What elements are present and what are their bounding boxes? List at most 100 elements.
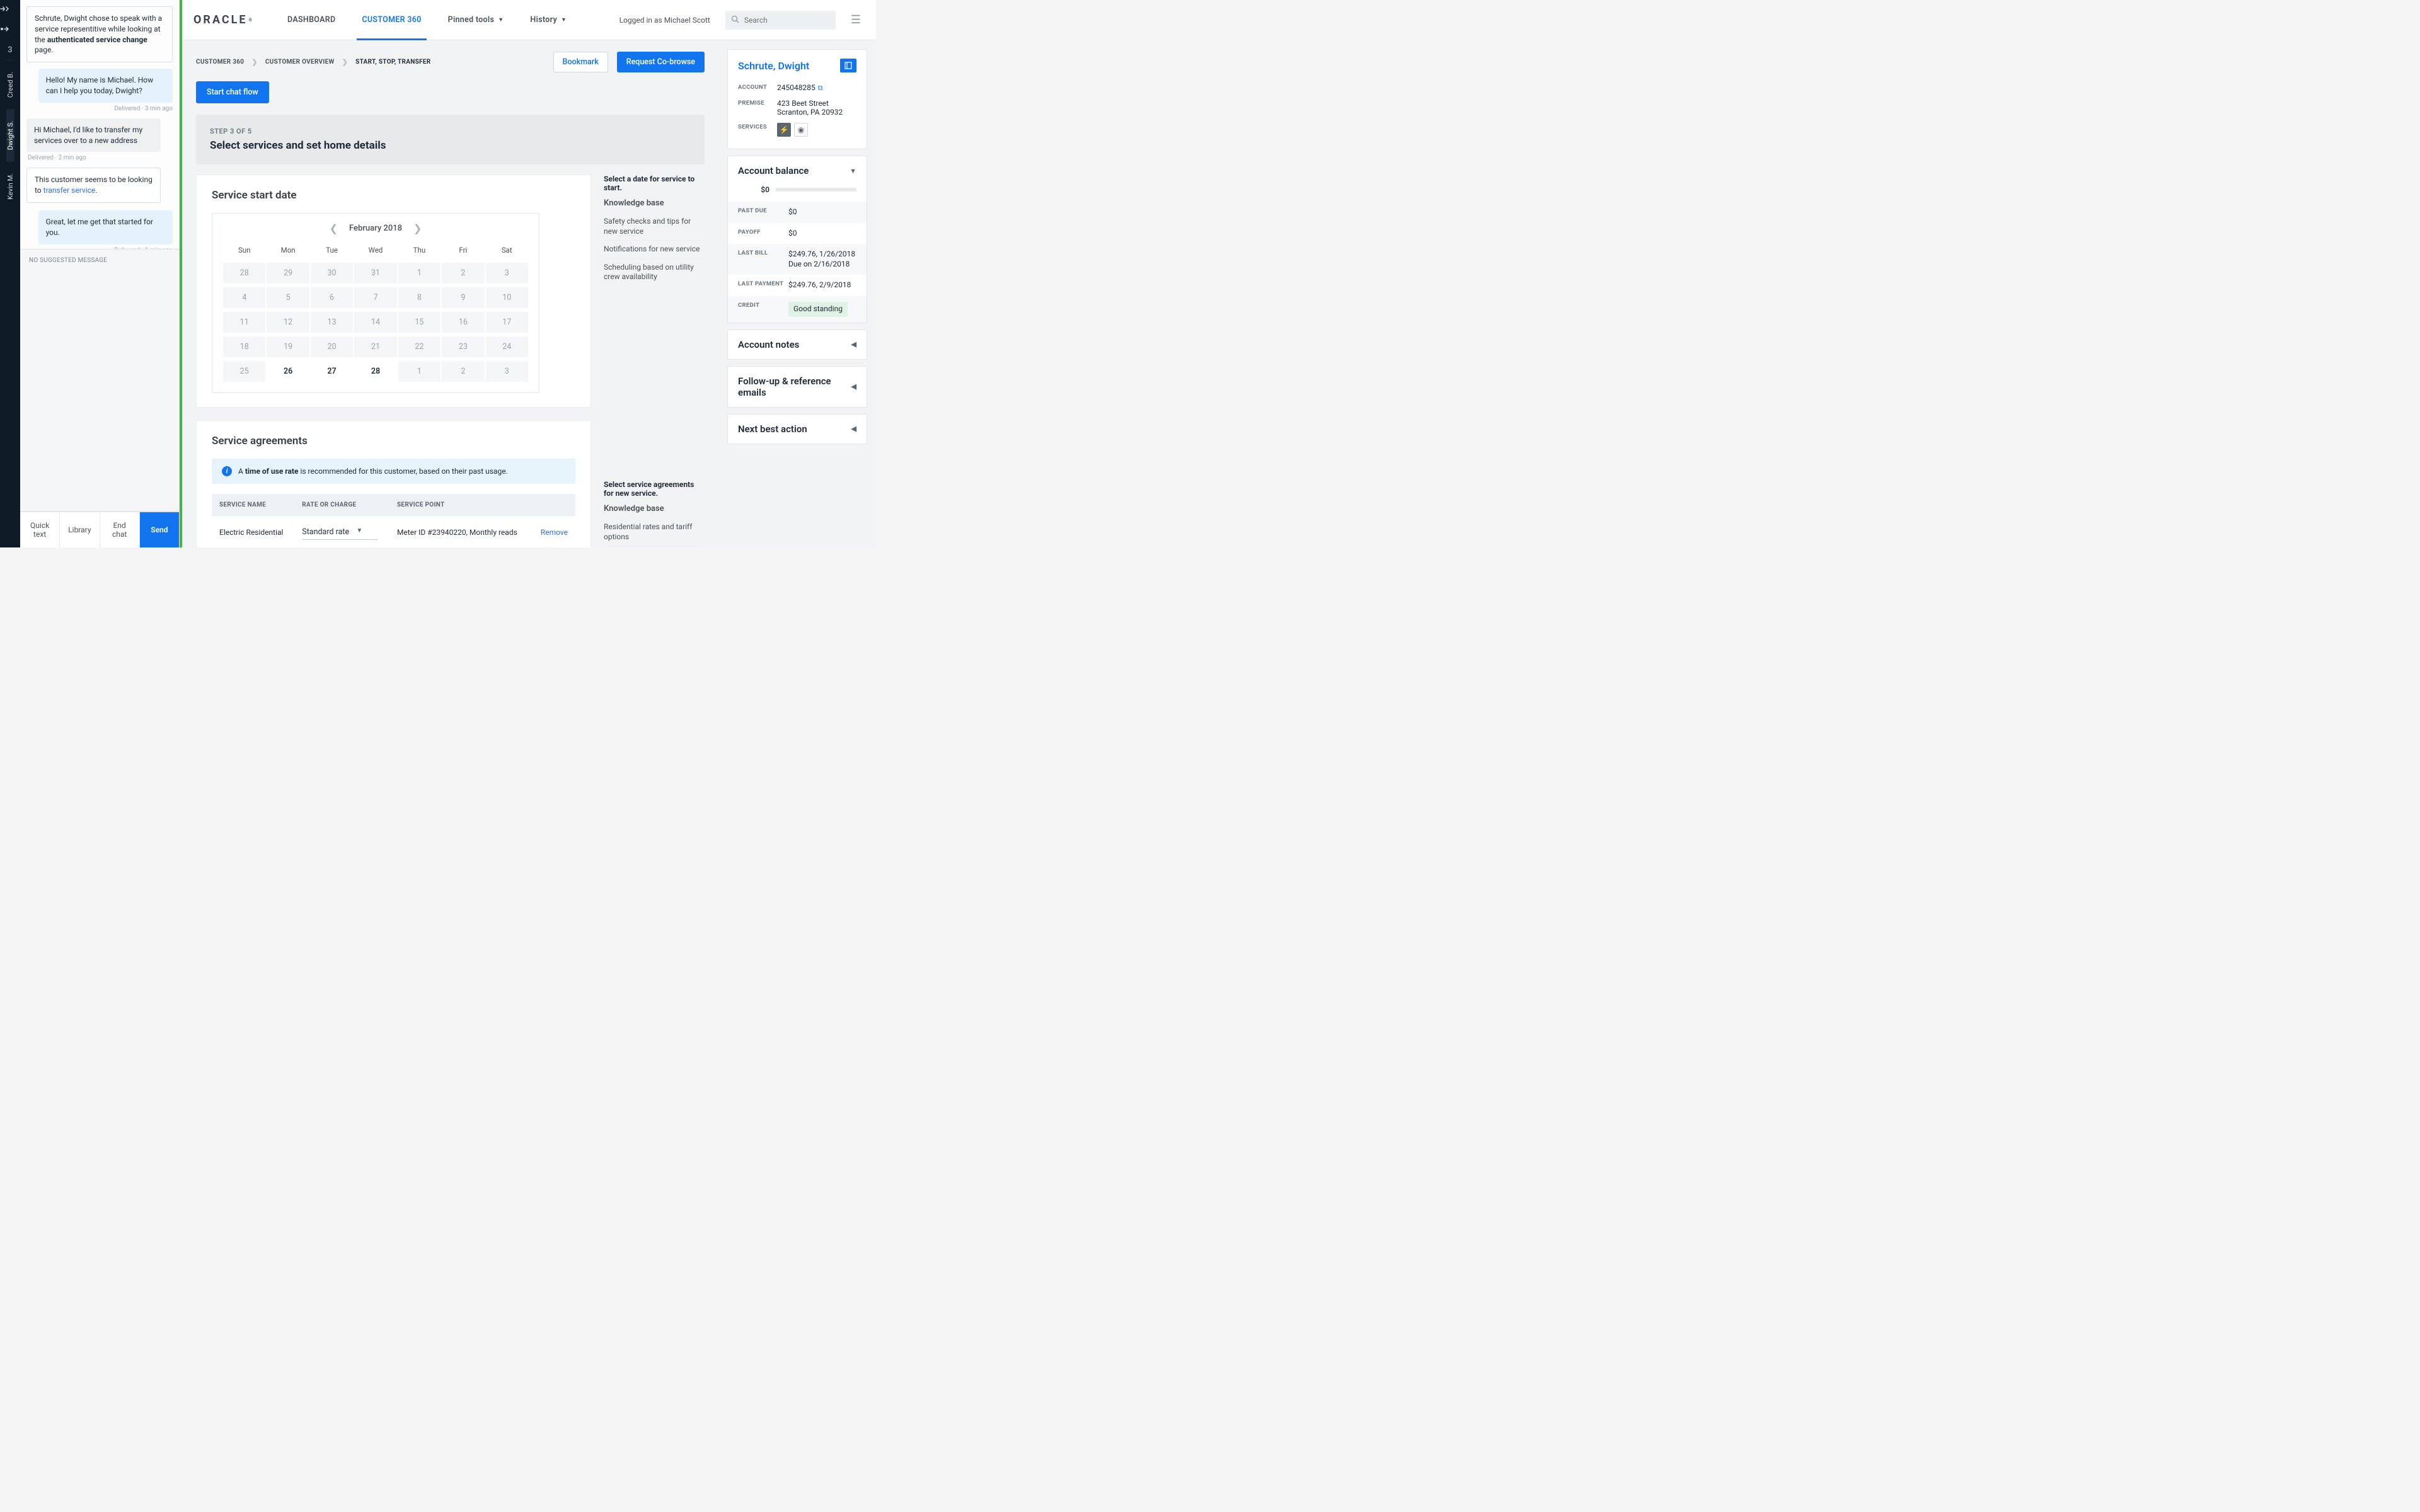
calendar-day[interactable]: 12 <box>267 312 309 333</box>
followup-emails-toggle[interactable]: Follow-up & reference emails◀ <box>728 367 867 407</box>
next-best-action-toggle[interactable]: Next best action◀ <box>728 415 867 444</box>
calendar-day[interactable]: 14 <box>354 312 396 333</box>
caret-down-icon: ▼ <box>498 16 504 23</box>
calendar-day[interactable]: 2 <box>442 263 484 284</box>
calendar-dow: Fri <box>441 241 485 260</box>
kb-link[interactable]: Residential rates and tariff options <box>604 518 705 546</box>
account-notes-toggle[interactable]: Account notes◀ <box>728 330 867 359</box>
calendar-day[interactable]: 27 <box>311 361 353 382</box>
calendar-day[interactable]: 28 <box>354 361 396 382</box>
col-service-point: SERVICE POINT <box>389 494 531 516</box>
logged-in-label: Logged in as Michael Scott <box>619 16 710 25</box>
calendar-day[interactable]: 2 <box>442 361 484 382</box>
calendar-day[interactable]: 18 <box>223 336 265 357</box>
rate-select[interactable]: Standard rate▼ <box>302 525 377 540</box>
service-agreements-card: Service agreements i A time of use rate … <box>196 420 591 547</box>
calendar-day[interactable]: 31 <box>354 263 396 284</box>
chat-suggestion[interactable]: This customer seems to be looking to tra… <box>26 168 161 203</box>
calendar-day[interactable]: 28 <box>223 263 265 284</box>
tab-pinned-tools[interactable]: Pinned tools▼ <box>437 0 516 40</box>
transfer-service-link[interactable]: transfer service <box>43 186 96 195</box>
calendar-day[interactable]: 11 <box>223 312 265 333</box>
start-chat-flow-button[interactable]: Start chat flow <box>196 81 269 103</box>
kb-start-date: Select a date for service to start. Know… <box>604 175 705 286</box>
calendar-day[interactable]: 30 <box>311 263 353 284</box>
calendar-day[interactable]: 23 <box>442 336 484 357</box>
calendar-day[interactable]: 25 <box>223 361 265 382</box>
calendar-day[interactable]: 8 <box>398 287 441 308</box>
kb-agreements: Select service agreements for new servic… <box>604 480 705 547</box>
calendar-dow: Sun <box>222 241 266 260</box>
calendar-next-icon[interactable]: ❯ <box>413 222 422 234</box>
rail-tab-customer[interactable]: Creed B. <box>6 60 14 109</box>
gas-icon[interactable]: ◉ <box>794 123 808 137</box>
info-alert: i A time of use rate is recommended for … <box>212 459 575 484</box>
search-input[interactable] <box>725 11 836 30</box>
calendar-day[interactable]: 4 <box>223 287 265 308</box>
credit-badge: Good standing <box>788 302 848 317</box>
rail-tab-customer[interactable]: Dwight S. <box>6 109 14 161</box>
agreements-table: SERVICE NAME RATE OR CHARGE SERVICE POIN… <box>212 494 575 547</box>
step-kicker: STEP 3 OF 5 <box>210 127 691 135</box>
calendar-day[interactable]: 1 <box>398 361 441 382</box>
calendar-day[interactable]: 22 <box>398 336 441 357</box>
calendar-day[interactable]: 5 <box>267 287 309 308</box>
calendar-day[interactable]: 17 <box>486 312 528 333</box>
customer-name[interactable]: Schrute, Dwight <box>738 60 809 72</box>
calendar-day[interactable]: 3 <box>486 263 528 284</box>
panel-toggle[interactable]: Account balance▼ <box>728 156 867 185</box>
rail-incoming-icon[interactable] <box>0 0 20 20</box>
chat-message-client: Hi Michael, I'd like to transfer my serv… <box>26 118 161 152</box>
calendar-day[interactable]: 1 <box>398 263 441 284</box>
menu-icon[interactable]: ☰ <box>851 13 861 26</box>
calendar-day[interactable]: 3 <box>486 361 528 382</box>
col-rate: RATE OR CHARGE <box>294 494 389 516</box>
calendar-day[interactable]: 15 <box>398 312 441 333</box>
rail-tab-customer[interactable]: Kevin M. <box>6 161 14 211</box>
calendar-day[interactable]: 21 <box>354 336 396 357</box>
tab-dashboard[interactable]: DASHBOARD <box>276 0 347 40</box>
request-cobrowse-button[interactable]: Request Co-browse <box>617 52 705 72</box>
library-button[interactable]: Library <box>60 512 100 547</box>
calendar-day[interactable]: 9 <box>442 287 484 308</box>
chat-actions: Quick text Library End chat Send <box>20 512 179 547</box>
rail-outgoing-icon[interactable] <box>0 20 20 40</box>
topbar: ORACLE® DASHBOARD CUSTOMER 360 Pinned to… <box>182 0 876 40</box>
calendar-day[interactable]: 13 <box>311 312 353 333</box>
calendar-prev-icon[interactable]: ❮ <box>330 222 338 234</box>
calendar-day[interactable]: 6 <box>311 287 353 308</box>
calendar-day[interactable]: 20 <box>311 336 353 357</box>
quick-text-button[interactable]: Quick text <box>20 512 60 547</box>
col-service-name: SERVICE NAME <box>212 494 294 516</box>
calendar-day[interactable]: 7 <box>354 287 396 308</box>
kb-link[interactable]: Net metering service <box>604 546 705 547</box>
customer-detail-icon[interactable] <box>840 59 856 72</box>
calendar-day[interactable]: 29 <box>267 263 309 284</box>
electric-icon[interactable]: ⚡ <box>777 123 791 137</box>
calendar-day[interactable]: 26 <box>267 361 309 382</box>
kb-link[interactable]: Safety checks and tips for new service <box>604 213 705 241</box>
bookmark-button[interactable]: Bookmark <box>553 52 608 72</box>
tab-customer-360[interactable]: CUSTOMER 360 <box>350 0 432 40</box>
chat-message-agent: Great, let me get that started for you. <box>38 210 173 244</box>
copy-icon[interactable]: ⧉ <box>818 84 823 92</box>
kb-link[interactable]: Notifications for new service <box>604 241 705 259</box>
breadcrumb-item[interactable]: CUSTOMER 360 <box>196 59 244 66</box>
calendar-day[interactable]: 10 <box>486 287 528 308</box>
remove-link[interactable]: Remove <box>541 528 568 537</box>
calendar-day[interactable]: 24 <box>486 336 528 357</box>
balance-amount: $0 <box>738 185 769 194</box>
caret-left-icon: ◀ <box>851 425 856 433</box>
calendar-day[interactable]: 16 <box>442 312 484 333</box>
calendar-day[interactable]: 19 <box>267 336 309 357</box>
breadcrumb-item[interactable]: CUSTOMER OVERVIEW <box>265 59 335 66</box>
account-balance-panel: Account balance▼ $0 PAST DUE$0 PAYOFF$0 … <box>727 156 867 323</box>
end-chat-button[interactable]: End chat <box>100 512 140 547</box>
kb-link[interactable]: Scheduling based on utility crew availab… <box>604 259 705 286</box>
tab-history[interactable]: History▼ <box>519 0 578 40</box>
info-icon: i <box>222 466 232 476</box>
kb-subheading: Knowledge base <box>604 198 705 208</box>
calendar-dow: Tue <box>310 241 354 260</box>
chat-message-agent: Hello! My name is Michael. How can I hel… <box>38 69 173 103</box>
send-button[interactable]: Send <box>140 512 179 547</box>
